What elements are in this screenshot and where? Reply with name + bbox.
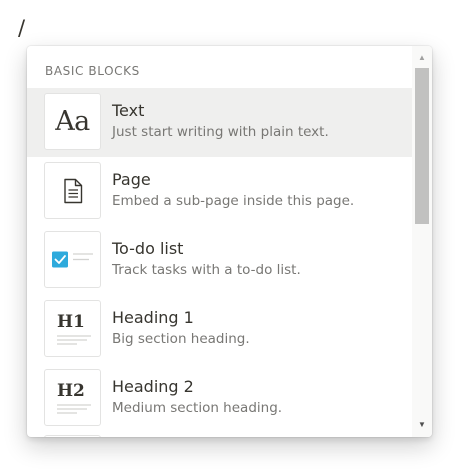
scrollbar-thumb[interactable] <box>415 68 429 224</box>
heading-2-icon: H2 <box>44 369 101 426</box>
block-option-description: Big section heading. <box>112 331 250 347</box>
block-option-page[interactable]: Page Embed a sub-page inside this page. <box>27 157 412 226</box>
block-option-title: Page <box>112 170 151 189</box>
text-icon-label: Aa <box>55 106 90 137</box>
block-option-description: Medium section heading. <box>112 400 283 416</box>
scroll-down-arrow-icon[interactable]: ▼ <box>412 418 432 432</box>
block-option-description: Embed a sub-page inside this page. <box>112 193 355 209</box>
heading-1-icon: H1 <box>44 300 101 357</box>
heading-1-icon-label: H1 <box>57 311 85 332</box>
block-option-heading-2[interactable]: H2 Heading 2 Medium section heading. <box>27 364 412 433</box>
scroll-up-arrow-icon[interactable]: ▲ <box>412 51 432 65</box>
block-option-title: Text <box>112 101 145 120</box>
block-option-description: Just start writing with plain text. <box>112 124 329 140</box>
section-header: BASIC BLOCKS <box>45 64 140 78</box>
heading-2-icon-label: H2 <box>57 380 85 401</box>
next-block-option-thumb <box>44 435 101 437</box>
page-icon <box>44 162 101 219</box>
block-option-todo-list[interactable]: To-do list Track tasks with a to-do list… <box>27 226 412 295</box>
block-option-title: Heading 1 <box>112 308 194 327</box>
slash-command-input[interactable]: / <box>18 16 25 40</box>
block-option-text[interactable]: Aa Text Just start writing with plain te… <box>27 88 412 157</box>
block-option-title: Heading 2 <box>112 377 194 396</box>
block-option-heading-1[interactable]: H1 Heading 1 Big section heading. <box>27 295 412 364</box>
block-option-description: Track tasks with a to-do list. <box>112 262 301 278</box>
todo-checkbox-icon <box>44 231 101 288</box>
block-option-title: To-do list <box>112 239 184 258</box>
text-icon: Aa <box>44 93 101 150</box>
block-menu-list: BASIC BLOCKS Aa Text Just start writing … <box>27 46 412 437</box>
block-menu: BASIC BLOCKS Aa Text Just start writing … <box>27 46 432 437</box>
scrollbar[interactable]: ▲ ▼ <box>412 46 432 437</box>
